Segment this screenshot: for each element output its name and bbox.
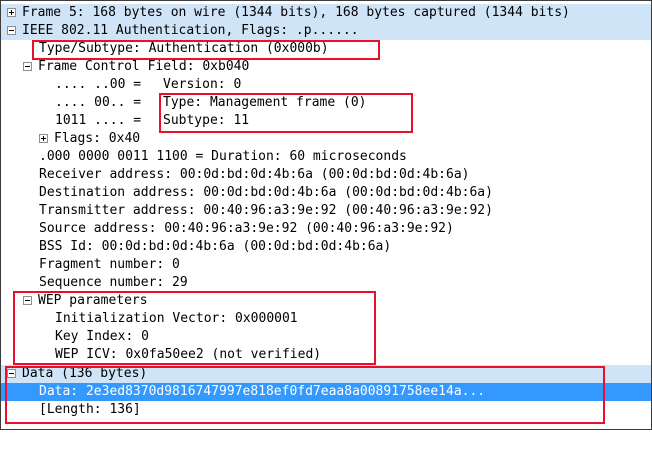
destination-text: Destination address: 00:0d:bd:0d:4b:6a (… bbox=[39, 185, 493, 200]
frame-control-row[interactable]: Frame Control Field: 0xb040 bbox=[1, 58, 651, 76]
bss-text: BSS Id: 00:0d:bd:0d:4b:6a (00:0d:bd:0d:4… bbox=[39, 239, 392, 254]
flags-text: Flags: 0x40 bbox=[54, 131, 141, 146]
ieee80211-summary: IEEE 802.11 Authentication, Flags: .p...… bbox=[22, 23, 359, 38]
fragment-text: Fragment number: 0 bbox=[39, 257, 180, 272]
sequence-row[interactable]: Sequence number: 29 bbox=[1, 274, 651, 292]
duration-text: .000 0000 0011 1100 = Duration: 60 micro… bbox=[39, 149, 407, 164]
source-text: Source address: 00:40:96:a3:9e:92 (00:40… bbox=[39, 221, 454, 236]
expand-icon[interactable] bbox=[39, 134, 48, 143]
transmitter-text: Transmitter address: 00:40:96:a3:9e:92 (… bbox=[39, 203, 493, 218]
frame-summary: Frame 5: 168 bytes on wire (1344 bits), … bbox=[22, 5, 570, 20]
expand-icon[interactable] bbox=[7, 8, 16, 17]
duration-row[interactable]: .000 0000 0011 1100 = Duration: 60 micro… bbox=[1, 148, 651, 166]
annotation-box-type-fields bbox=[159, 93, 413, 133]
transmitter-row[interactable]: Transmitter address: 00:40:96:a3:9e:92 (… bbox=[1, 202, 651, 220]
annotation-box-wep bbox=[13, 291, 376, 365]
subtype-bits: 1011 .... = bbox=[55, 113, 149, 128]
collapse-icon[interactable] bbox=[7, 26, 16, 35]
frame-control-text: Frame Control Field: 0xb040 bbox=[38, 59, 250, 74]
collapse-icon[interactable] bbox=[23, 62, 32, 71]
version-row[interactable]: .... ..00 = Version: 0 bbox=[1, 76, 651, 94]
source-row[interactable]: Source address: 00:40:96:a3:9e:92 (00:40… bbox=[1, 220, 651, 238]
bss-row[interactable]: BSS Id: 00:0d:bd:0d:4b:6a (00:0d:bd:0d:4… bbox=[1, 238, 651, 256]
receiver-text: Receiver address: 00:0d:bd:0d:4b:6a (00:… bbox=[39, 167, 470, 182]
sequence-text: Sequence number: 29 bbox=[39, 275, 188, 290]
receiver-row[interactable]: Receiver address: 00:0d:bd:0d:4b:6a (00:… bbox=[1, 166, 651, 184]
packet-details-pane: Frame 5: 168 bytes on wire (1344 bits), … bbox=[0, 0, 652, 430]
version-label: Version: 0 bbox=[163, 77, 242, 92]
annotation-box-data bbox=[5, 366, 605, 424]
type-bits: .... 00.. = bbox=[55, 95, 149, 110]
version-bits: .... ..00 = bbox=[55, 77, 149, 92]
destination-row[interactable]: Destination address: 00:0d:bd:0d:4b:6a (… bbox=[1, 184, 651, 202]
frame-row[interactable]: Frame 5: 168 bytes on wire (1344 bits), … bbox=[1, 4, 651, 22]
annotation-box-type-subtype bbox=[32, 40, 380, 60]
ieee80211-row[interactable]: IEEE 802.11 Authentication, Flags: .p...… bbox=[1, 22, 651, 40]
fragment-row[interactable]: Fragment number: 0 bbox=[1, 256, 651, 274]
